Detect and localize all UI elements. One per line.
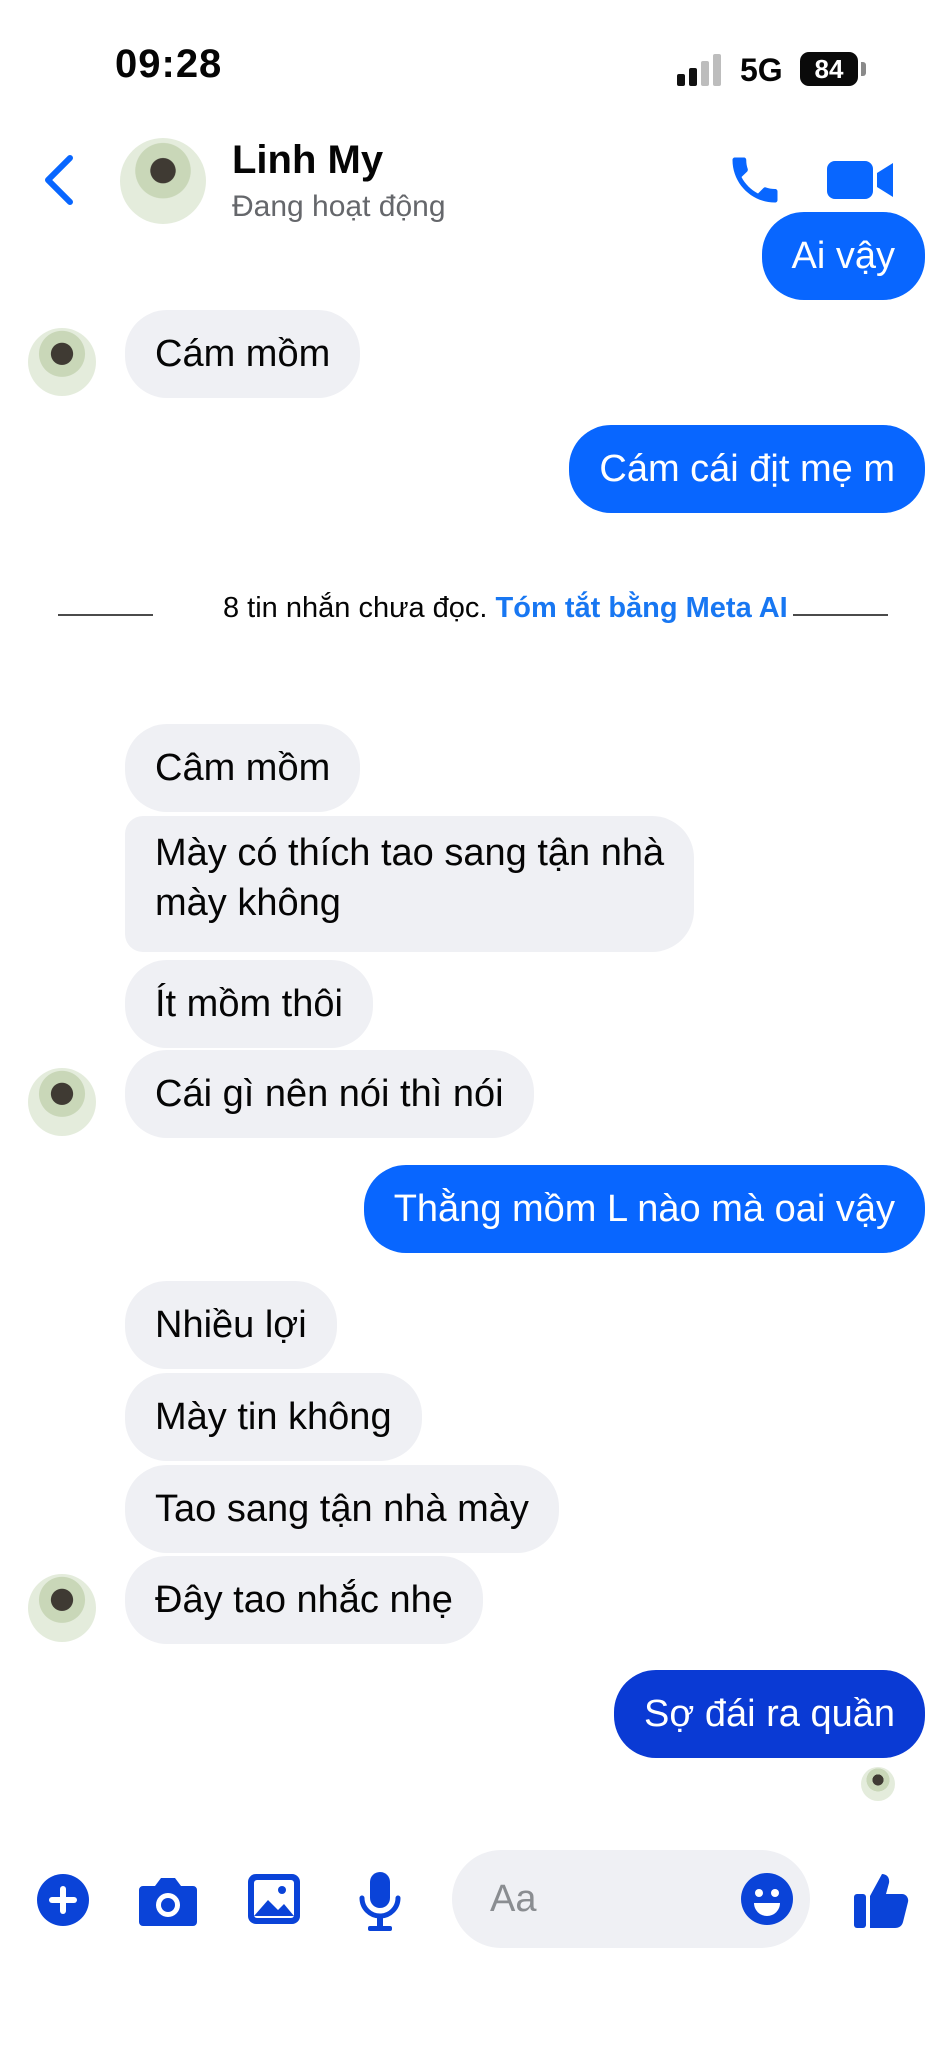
divider-line-right: [793, 614, 888, 616]
add-button[interactable]: [35, 1872, 91, 1933]
voice-call-button[interactable]: [725, 150, 785, 210]
status-bar: 09:28 5G 84: [0, 0, 945, 140]
unread-divider: 8 tin nhắn chưa đọc. Tóm tắt bằng Meta A…: [58, 592, 888, 648]
message-incoming[interactable]: Cám mồm: [125, 310, 361, 398]
plus-icon: [37, 1874, 89, 1926]
message-incoming[interactable]: Câm mồm: [125, 724, 361, 812]
message-incoming[interactable]: Đây tao nhắc nhẹ: [125, 1556, 483, 1644]
battery-icon: 84: [800, 52, 858, 86]
back-button[interactable]: [38, 150, 84, 210]
message-incoming[interactable]: Mày tin không: [125, 1373, 422, 1461]
microphone-icon: [359, 1872, 401, 1931]
summarize-meta-ai-link[interactable]: Tóm tắt bằng Meta AI: [496, 592, 788, 624]
battery-level: 84: [814, 54, 844, 84]
phone-icon: [732, 157, 778, 203]
sender-avatar[interactable]: [28, 1574, 96, 1642]
battery-tip: [861, 62, 866, 76]
message-input[interactable]: Aa: [452, 1850, 810, 1948]
video-call-button[interactable]: [825, 155, 895, 205]
gallery-button[interactable]: [246, 1872, 302, 1931]
seen-receipt-avatar: [861, 1767, 895, 1801]
like-button[interactable]: [852, 1870, 910, 1935]
contact-name[interactable]: Linh My: [232, 138, 383, 183]
message-input-placeholder: Aa: [490, 1878, 537, 1920]
contact-active-status: Đang hoạt động: [232, 190, 446, 223]
unread-count-text: 8 tin nhắn chưa đọc.: [223, 592, 488, 624]
message-composer: Aa: [0, 1840, 945, 1960]
video-camera-icon: [827, 161, 893, 199]
message-outgoing[interactable]: Ai vậy: [761, 212, 925, 300]
voice-message-button[interactable]: [358, 1870, 402, 1937]
smiley-icon: [741, 1873, 793, 1925]
home-indicator: [330, 2018, 615, 2028]
camera-icon: [139, 1878, 197, 1926]
camera-button[interactable]: [137, 1872, 199, 1933]
network-type: 5G: [740, 52, 783, 88]
message-incoming[interactable]: Mày có thích tao sang tận nhà mày không: [125, 816, 695, 952]
message-incoming[interactable]: Tao sang tận nhà mày: [125, 1465, 559, 1553]
contact-avatar[interactable]: [120, 138, 206, 224]
message-outgoing[interactable]: Cám cái địt mẹ m: [569, 425, 925, 513]
sender-avatar[interactable]: [28, 1068, 96, 1136]
message-line: mày không: [155, 882, 341, 924]
message-incoming[interactable]: Ít mồm thôi: [125, 960, 373, 1048]
message-incoming[interactable]: Nhiều lợi: [125, 1281, 337, 1369]
emoji-button[interactable]: [740, 1872, 794, 1926]
status-time: 09:28: [115, 42, 223, 86]
image-icon: [248, 1874, 300, 1924]
sender-avatar[interactable]: [28, 328, 96, 396]
message-outgoing[interactable]: Thằng mồm L nào mà oai vậy: [363, 1165, 925, 1253]
chevron-left-icon: [45, 155, 73, 205]
message-outgoing[interactable]: Sợ đái ra quần: [614, 1670, 925, 1758]
message-incoming[interactable]: Cái gì nên nói thì nói: [125, 1050, 534, 1138]
signal-strength-icon: [677, 54, 727, 86]
message-line: Mày có thích tao sang tận nhà: [155, 832, 665, 874]
thumbs-up-icon: [854, 1874, 909, 1928]
divider-line-left: [58, 614, 153, 616]
